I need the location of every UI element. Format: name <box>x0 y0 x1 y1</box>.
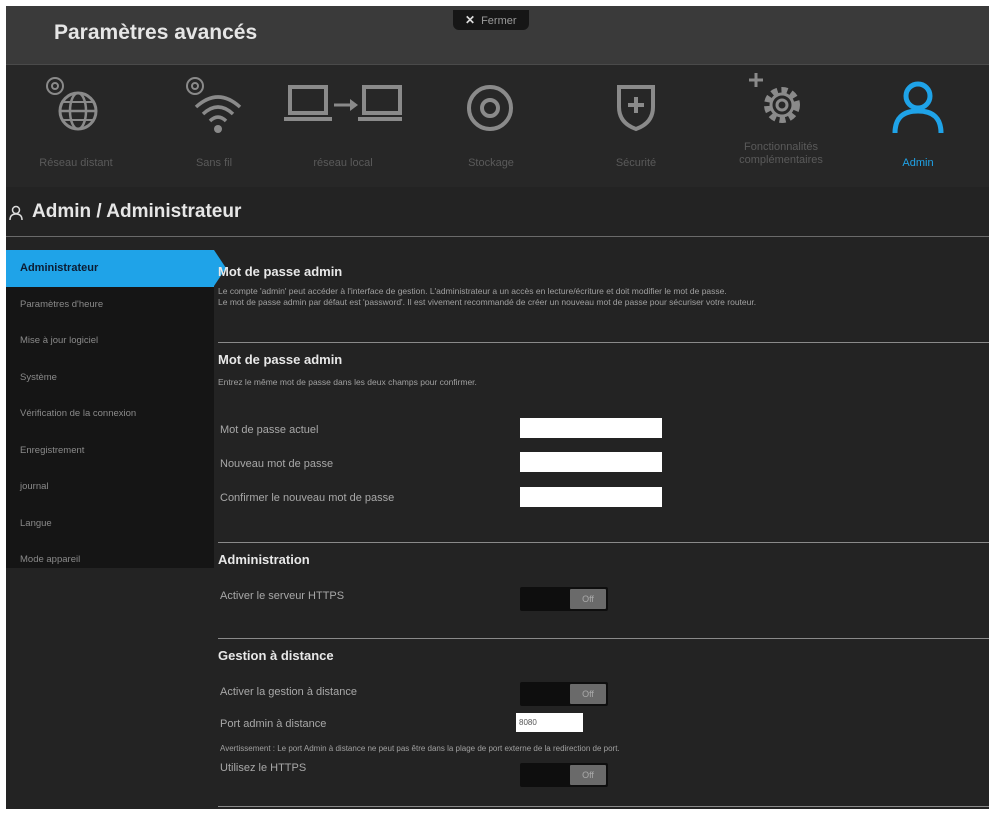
nav-label: Stockage <box>468 157 514 169</box>
divider <box>218 638 989 639</box>
intro-description-line: Le mot de passe admin par défaut est 'pa… <box>218 297 757 307</box>
sidebar-item-time-settings[interactable]: Paramètres d'heure <box>6 287 214 324</box>
administration-section-title: Administration <box>218 552 310 567</box>
close-button[interactable]: ✕ Fermer <box>453 10 529 30</box>
window-title: Paramètres avancés <box>54 21 258 44</box>
nav-item-admin[interactable]: Admin <box>870 65 966 187</box>
intro-section-title: Mot de passe admin <box>218 264 343 279</box>
nav-item-wireless[interactable]: Sans fil <box>154 65 274 187</box>
lan-computers-icon <box>284 85 402 121</box>
sidebar: Administrateur Paramètres d'heure Mise à… <box>6 250 226 568</box>
sidebar-item-administrator[interactable]: Administrateur <box>6 250 226 287</box>
nav-item-local-network[interactable]: réseau local <box>278 65 408 187</box>
remote-management-toggle[interactable]: Off <box>520 682 608 706</box>
https-server-toggle[interactable]: Off <box>520 587 608 611</box>
sidebar-item-firmware-update[interactable]: Mise à jour logiciel <box>6 323 214 360</box>
confirm-password-label: Confirmer le nouveau mot de passe <box>220 492 395 504</box>
wifi-gear-icon <box>186 77 242 133</box>
password-section-title: Mot de passe admin <box>218 352 343 367</box>
nav-label: Fonctionnalités complémentaires <box>739 141 823 166</box>
remote-admin-port-label: Port admin à distance <box>220 718 327 730</box>
nav-label: réseau local <box>313 157 373 169</box>
gear-plus-icon <box>749 73 800 123</box>
use-https-toggle[interactable]: Off <box>520 763 608 787</box>
main-content: Mot de passe admin Le compte 'admin' peu… <box>218 250 989 809</box>
toggle-state: Off <box>570 765 606 785</box>
password-section-description: Entrez le même mot de passe dans les deu… <box>218 377 477 387</box>
https-server-label: Activer le serveur HTTPS <box>220 590 345 602</box>
storage-disk-icon <box>467 85 513 131</box>
nav-label: Sécurité <box>615 157 657 169</box>
current-password-input[interactable] <box>520 418 662 438</box>
divider <box>218 342 989 343</box>
sidebar-item-device-mode[interactable]: Mode appareil <box>6 542 214 579</box>
divider <box>218 542 989 543</box>
new-password-input[interactable] <box>520 452 662 472</box>
nav-label: Sans fil <box>195 157 233 169</box>
nav-item-remote-network[interactable]: Réseau distant <box>16 65 136 187</box>
nav-item-storage[interactable]: Stockage <box>436 65 546 187</box>
page-title: Admin / Administrateur <box>32 201 242 222</box>
user-icon <box>9 205 23 221</box>
current-password-label: Mot de passe actuel <box>220 424 319 436</box>
top-nav: Réseau distant Sans fil réseau local Sto… <box>6 65 989 187</box>
sidebar-item-registration[interactable]: Enregistrement <box>6 433 214 470</box>
close-icon: ✕ <box>465 13 476 27</box>
toggle-state: Off <box>570 684 606 704</box>
user-icon <box>892 81 944 134</box>
nav-item-security[interactable]: Sécurité <box>581 65 691 187</box>
globe-gear-icon <box>46 77 98 131</box>
toggle-state: Off <box>570 589 606 609</box>
sidebar-item-log[interactable]: journal <box>6 469 214 506</box>
remote-management-section-title: Gestion à distance <box>218 648 334 663</box>
remote-admin-port-input[interactable] <box>516 713 583 732</box>
new-password-label: Nouveau mot de passe <box>220 458 334 470</box>
confirm-password-input[interactable] <box>520 487 662 507</box>
shield-plus-icon <box>617 85 655 132</box>
page-header: Admin / Administrateur <box>6 192 989 237</box>
sidebar-item-connection-check[interactable]: Vérification de la connexion <box>6 396 214 433</box>
port-warning: Avertissement : Le port Admin à distance… <box>220 744 620 753</box>
intro-description-line: Le compte 'admin' peut accéder à l'inter… <box>218 286 727 296</box>
divider <box>218 806 989 807</box>
sidebar-item-language[interactable]: Langue <box>6 506 214 543</box>
close-label: Fermer <box>481 15 517 27</box>
use-https-label: Utilisez le HTTPS <box>220 762 307 774</box>
header-bar: Paramètres avancés ✕ Fermer <box>6 6 989 65</box>
nav-label: Réseau distant <box>39 157 113 169</box>
remote-management-label: Activer la gestion à distance <box>220 686 357 698</box>
sidebar-item-system[interactable]: Système <box>6 360 214 397</box>
nav-label: Admin <box>902 157 934 169</box>
nav-item-additional-features[interactable]: Fonctionnalités complémentaires <box>706 65 856 187</box>
settings-window: Paramètres avancés ✕ Fermer Réseau distan… <box>6 6 989 809</box>
